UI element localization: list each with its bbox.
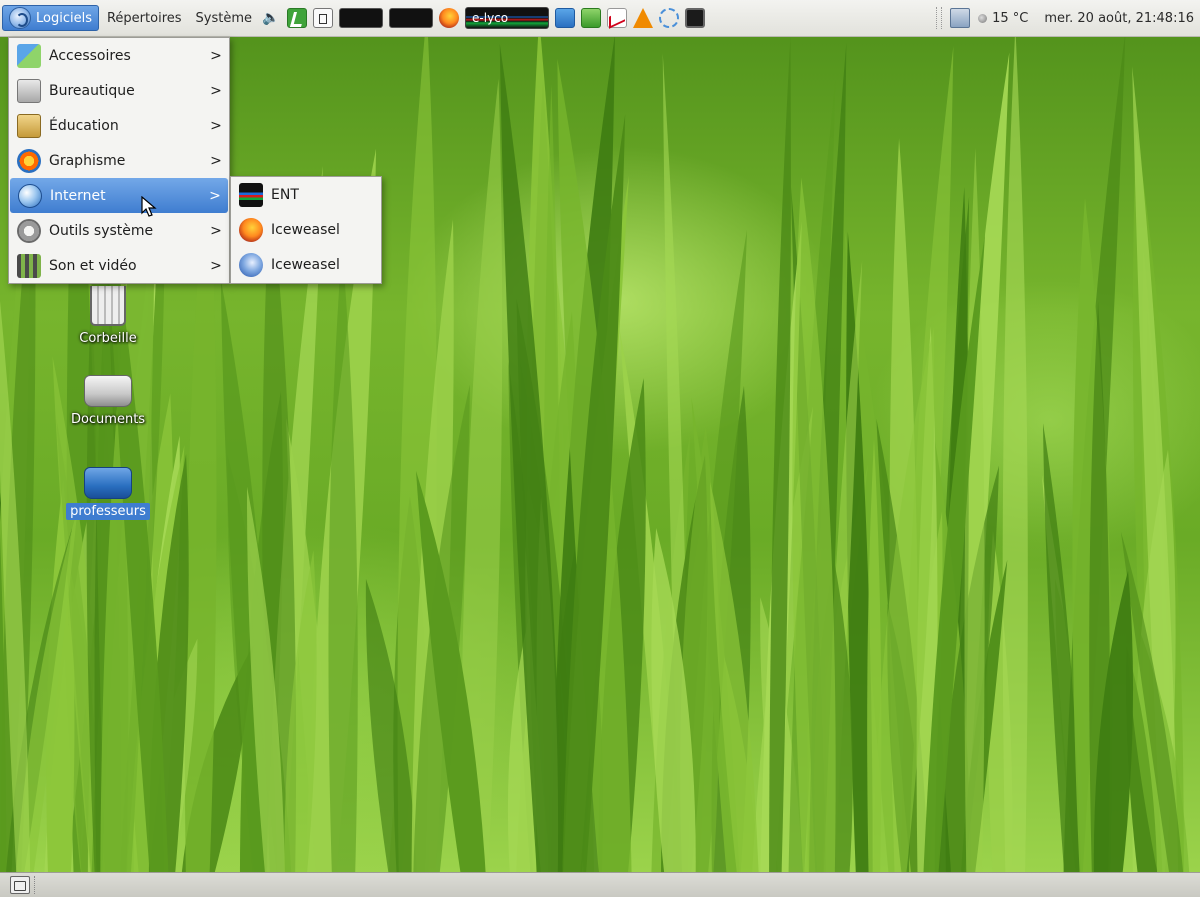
internet-submenu: ENT Iceweasel Iceweasel [230, 176, 382, 284]
e-lyco-launcher[interactable]: e-lyco [465, 7, 550, 29]
places-menu-label: Répertoires [106, 10, 182, 26]
office-icon [17, 78, 41, 103]
document-blue-icon[interactable] [555, 8, 576, 28]
chevron-right-icon: > [210, 47, 222, 64]
network-drive-icon [84, 467, 132, 499]
desktop-icon-label: professeurs [66, 503, 150, 520]
applications-menu: Accessoires > Bureautique > Éducation > … [8, 37, 230, 284]
menu-item-label: Son et vidéo [49, 257, 137, 274]
show-desktop-button[interactable] [10, 876, 30, 894]
firefox-icon[interactable] [439, 8, 460, 28]
menu-item-label: Iceweasel [271, 221, 340, 238]
weather-temperature[interactable]: 15 °C [992, 11, 1028, 26]
screen-icon[interactable] [685, 8, 706, 28]
chevron-right-icon: > [210, 257, 222, 274]
terminal-black-icon[interactable] [389, 8, 434, 28]
iceweasel-icon [239, 252, 263, 277]
menu-item-label: Bureautique [49, 82, 135, 99]
tray-separator [936, 7, 943, 29]
system-menu-label: Système [195, 10, 253, 26]
chevron-right-icon: > [210, 82, 222, 99]
vlc-icon[interactable] [633, 8, 654, 28]
spreadsheet-green-icon[interactable] [581, 8, 602, 28]
firefox-icon [239, 217, 263, 242]
menu-item-internet[interactable]: Internet > [10, 178, 228, 213]
clock[interactable]: mer. 20 août, 21:48:16 [1044, 11, 1194, 26]
menu-item-outils-systeme[interactable]: Outils système > [9, 213, 229, 248]
chevron-right-icon: > [210, 222, 222, 239]
applications-menu-label: Logiciels [36, 10, 92, 26]
weather-icon[interactable] [978, 13, 988, 23]
chevron-right-icon: > [209, 187, 221, 204]
menu-item-label: Accessoires [49, 47, 131, 64]
menu-item-accessoires[interactable]: Accessoires > [9, 38, 229, 73]
menu-item-label: Graphisme [49, 152, 126, 169]
graphics-icon [17, 148, 41, 173]
menu-item-label: ENT [271, 186, 299, 203]
mouse-cursor-icon [141, 196, 157, 217]
submenu-item-iceweasel[interactable]: Iceweasel [231, 212, 381, 247]
menu-item-label: Outils système [49, 222, 154, 239]
places-menu-button[interactable]: Répertoires [101, 5, 188, 31]
desktop-icon-label: Documents [70, 412, 146, 427]
menu-item-son-et-video[interactable]: Son et vidéo > [9, 248, 229, 283]
speaker-icon[interactable]: 🔈 [261, 8, 281, 28]
desktop-icon-trash[interactable]: Corbeille [58, 286, 158, 347]
desktop-icon-professeurs[interactable]: professeurs [58, 467, 158, 520]
e-lyco-label: e-lyco [472, 11, 509, 25]
desktop-icon-label: Corbeille [79, 331, 137, 346]
submenu-item-ent[interactable]: ENT [231, 177, 381, 212]
menu-item-label: Éducation [49, 117, 119, 134]
ent-icon [239, 182, 263, 207]
system-menu-button[interactable]: Système [190, 5, 258, 31]
grass-blade [1002, 26, 1028, 897]
sound-video-icon [17, 253, 41, 278]
menu-item-label: Internet [50, 187, 106, 204]
terminal-black-icon[interactable] [339, 8, 384, 28]
shape-icon[interactable] [659, 8, 680, 28]
desktop-icon-documents[interactable]: Documents [58, 375, 158, 428]
menu-item-graphisme[interactable]: Graphisme > [9, 143, 229, 178]
trash-icon [90, 286, 126, 326]
menu-item-education[interactable]: Éducation > [9, 108, 229, 143]
education-icon [17, 113, 41, 138]
window-icon[interactable] [313, 8, 334, 28]
chart-icon[interactable] [607, 8, 628, 28]
panel-separator [34, 876, 38, 894]
drive-icon [84, 375, 132, 407]
exit-icon[interactable] [287, 8, 308, 28]
system-tools-icon [17, 218, 41, 243]
menu-item-label: Iceweasel [271, 256, 340, 273]
submenu-item-iceweasel-alt[interactable]: Iceweasel [231, 247, 381, 282]
accessories-icon [17, 43, 41, 68]
debian-logo-icon [9, 7, 31, 29]
chevron-right-icon: > [210, 117, 222, 134]
clipboard-icon[interactable] [950, 8, 971, 28]
menu-item-bureautique[interactable]: Bureautique > [9, 73, 229, 108]
chevron-right-icon: > [210, 152, 222, 169]
top-panel: Logiciels Répertoires Système 🔈 e-lyco 1… [0, 0, 1200, 37]
applications-menu-button[interactable]: Logiciels [2, 5, 99, 31]
bottom-panel [0, 872, 1200, 897]
internet-icon [18, 183, 42, 208]
